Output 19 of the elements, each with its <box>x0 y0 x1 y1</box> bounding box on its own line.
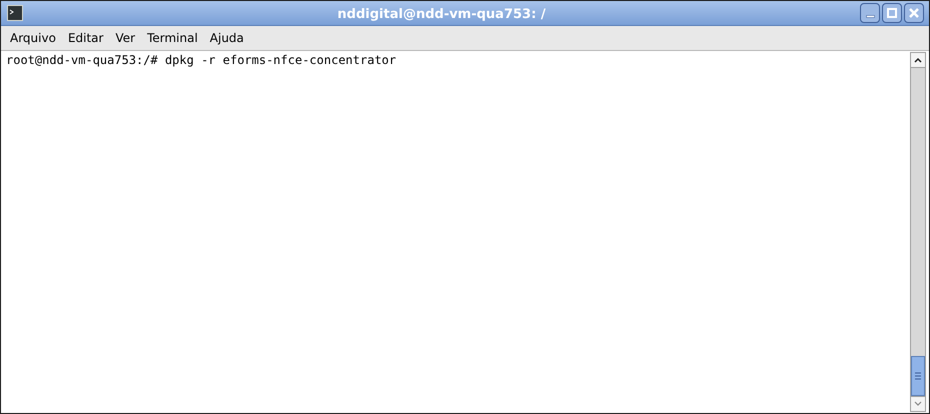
maximize-icon <box>887 8 897 18</box>
scrollbar[interactable] <box>910 52 926 412</box>
menu-item[interactable]: Editar <box>62 29 108 47</box>
minimize-icon <box>866 14 874 18</box>
close-button[interactable] <box>904 3 924 23</box>
window-title: nddigital@ndd-vm-qua753: / <box>337 7 546 22</box>
menu-item[interactable]: Terminal <box>142 29 203 47</box>
scroll-up-button[interactable] <box>911 53 925 68</box>
grip-icon <box>915 372 921 380</box>
menu-item[interactable]: Arquivo <box>5 29 61 47</box>
scroll-thumb[interactable] <box>911 356 925 396</box>
menu-item[interactable]: Ver <box>110 29 140 47</box>
maximize-button[interactable] <box>882 3 902 23</box>
close-icon <box>909 8 919 18</box>
terminal-line: root@ndd-vm-qua753:/# dpkg -r eforms-nfce-concentrator <box>6 52 396 68</box>
minimize-button[interactable] <box>860 3 880 23</box>
menu-item[interactable]: Ajuda <box>204 29 249 47</box>
scroll-down-button[interactable] <box>911 396 925 411</box>
terminal-icon <box>7 5 23 21</box>
